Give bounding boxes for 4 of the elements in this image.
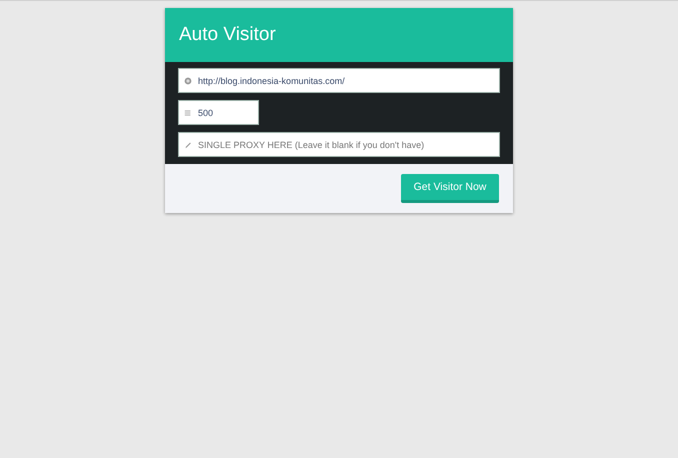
card-title: Auto Visitor xyxy=(179,24,276,46)
input-field[interactable]: http://blog.indonesia-komunitas.com/ xyxy=(178,68,500,93)
input-field[interactable]: 500 xyxy=(178,100,259,125)
input-field[interactable]: SINGLE PROXY HERE (Leave it blank if you don't have) xyxy=(178,132,500,157)
